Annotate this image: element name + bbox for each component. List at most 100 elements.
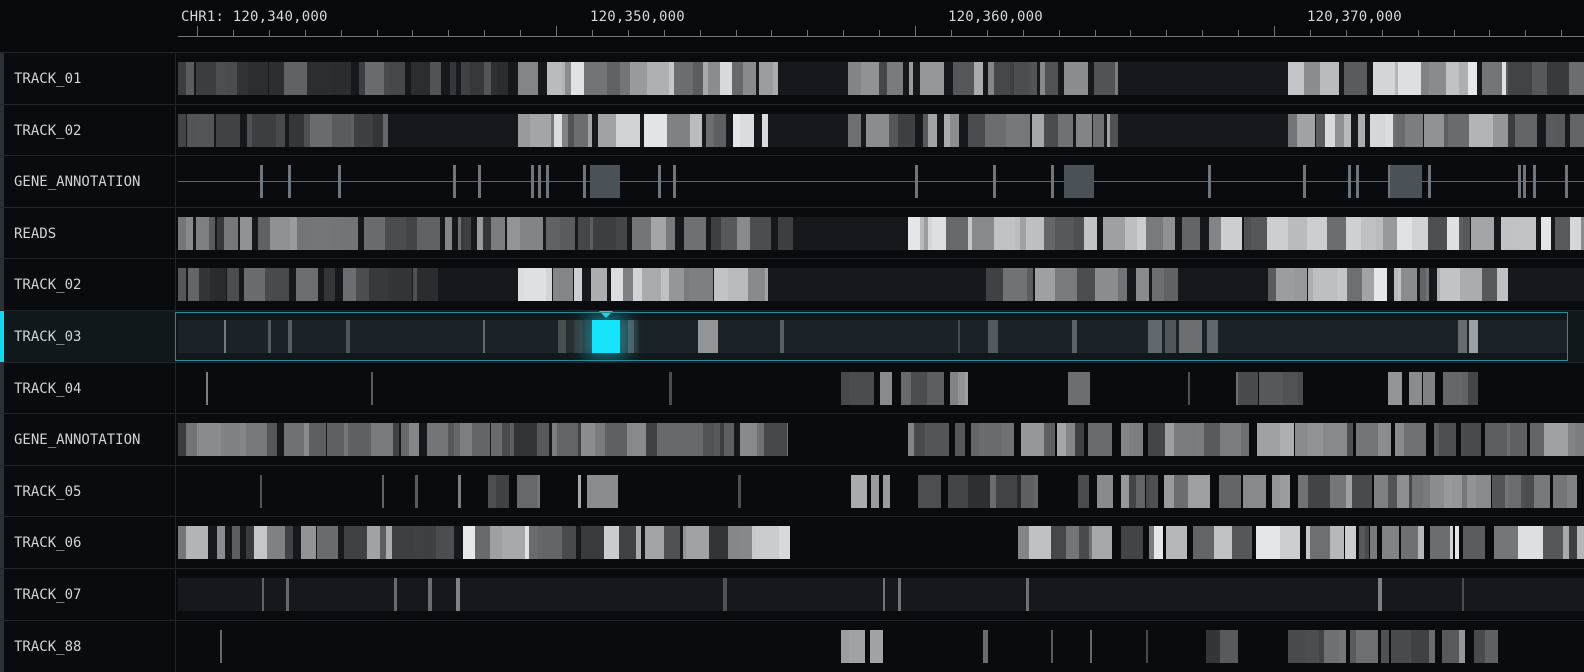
signal-block [965, 372, 968, 405]
track-canvas[interactable] [178, 414, 1584, 465]
signal-block [851, 475, 867, 508]
track-row[interactable]: TRACK_88 [0, 620, 1584, 672]
signal-block [1423, 475, 1430, 508]
signal-block [604, 526, 619, 559]
track-canvas[interactable] [178, 311, 1584, 362]
signal-block [686, 526, 709, 559]
signal-block [623, 268, 633, 301]
track-label[interactable]: GENE_ANNOTATION [14, 156, 140, 207]
track-label[interactable]: TRACK_88 [14, 621, 81, 672]
track-row[interactable]: TRACK_06 [0, 516, 1584, 568]
track-row[interactable]: TRACK_03 [0, 310, 1584, 362]
signal-block [1110, 114, 1118, 147]
signal-block [1401, 268, 1417, 301]
track-label[interactable]: TRACK_05 [14, 466, 81, 517]
track-row[interactable]: GENE_ANNOTATION [0, 155, 1584, 207]
signal-block [1148, 423, 1165, 456]
signal-block [1439, 423, 1456, 456]
signal-block [1095, 268, 1118, 301]
signal-block [260, 475, 262, 508]
track-label[interactable]: TRACK_01 [14, 53, 81, 104]
signal-block [517, 475, 537, 508]
ruler-minor-tick [377, 30, 378, 36]
track-canvas[interactable] [178, 363, 1584, 414]
track-row[interactable]: TRACK_04 [0, 362, 1584, 414]
track-canvas[interactable] [178, 208, 1584, 259]
track-label[interactable]: TRACK_03 [14, 311, 81, 362]
signal-block [950, 372, 958, 405]
ruler-minor-tick [305, 30, 306, 36]
track-label[interactable]: TRACK_06 [14, 517, 81, 568]
track-row[interactable]: TRACK_02 [0, 104, 1584, 156]
signal-block [224, 320, 226, 353]
ruler-major-tick [556, 26, 557, 36]
signal-block [1471, 217, 1494, 250]
signal-block [1426, 268, 1429, 301]
signal-block [502, 423, 510, 456]
signal-block [773, 62, 778, 95]
signal-block [1057, 423, 1066, 456]
signal-block [1035, 268, 1055, 301]
ruler-minor-tick [448, 30, 449, 36]
track-canvas[interactable] [178, 156, 1584, 207]
track-label[interactable]: TRACK_07 [14, 569, 81, 620]
track-label[interactable]: TRACK_02 [14, 105, 81, 156]
track-canvas[interactable] [178, 466, 1584, 517]
signal-block [1032, 114, 1044, 147]
track-label-divider [175, 311, 176, 362]
signal-block [1288, 217, 1307, 250]
track-canvas[interactable] [178, 259, 1584, 310]
track-label[interactable]: READS [14, 208, 56, 259]
track-row[interactable]: TRACK_01 [0, 52, 1584, 104]
signal-block [780, 320, 784, 353]
signal-block [196, 217, 209, 250]
signal-block [1356, 630, 1378, 663]
track-row[interactable]: TRACK_05 [0, 465, 1584, 517]
signal-block [1411, 630, 1429, 663]
track-row[interactable]: GENE_ANNOTATION [0, 413, 1584, 465]
signal-block [276, 114, 285, 147]
signal-block [1121, 526, 1143, 559]
signal-block [1532, 62, 1547, 95]
gene-exon-mark [338, 165, 341, 198]
signal-block [1476, 475, 1491, 508]
signal-block [188, 268, 199, 301]
signal-block [728, 268, 748, 301]
signal-block [598, 114, 616, 147]
signal-block [562, 526, 576, 559]
signal-block [354, 114, 373, 147]
signal-block [723, 578, 727, 611]
signal-block [1058, 114, 1073, 147]
signal-block [1288, 630, 1306, 663]
signal-block [1021, 475, 1034, 508]
signal-block [1055, 268, 1077, 301]
signal-block [1084, 217, 1097, 250]
track-canvas[interactable] [178, 517, 1584, 568]
signal-block [1330, 475, 1346, 508]
signal-block [1344, 62, 1367, 95]
gene-exon-mark [1428, 165, 1431, 198]
track-canvas[interactable] [178, 105, 1584, 156]
signal-block [317, 526, 338, 559]
signal-block [1313, 268, 1337, 301]
track-canvas[interactable] [178, 569, 1584, 620]
track-label[interactable]: TRACK_04 [14, 363, 81, 414]
signal-block [371, 423, 393, 456]
track-label[interactable]: GENE_ANNOTATION [14, 414, 140, 465]
ruler-minor-tick [736, 30, 737, 36]
track-selection-indicator [0, 311, 4, 362]
signal-block [740, 114, 754, 147]
signal-block [849, 630, 865, 663]
signal-block [1381, 630, 1389, 663]
gene-exon-mark [538, 165, 541, 198]
track-canvas[interactable] [178, 53, 1584, 104]
coordinate-ruler[interactable]: CHR1: 120,340,000 120,350,000 120,360,00… [0, 0, 1584, 52]
signal-block [607, 62, 620, 95]
track-row[interactable]: TRACK_02 [0, 258, 1584, 310]
track-label[interactable]: TRACK_02 [14, 259, 81, 310]
track-canvas[interactable] [178, 621, 1584, 672]
track-row[interactable]: TRACK_07 [0, 568, 1584, 620]
position-cursor[interactable] [592, 320, 620, 353]
gene-exon-box [1390, 165, 1422, 198]
track-row[interactable]: READS [0, 207, 1584, 259]
